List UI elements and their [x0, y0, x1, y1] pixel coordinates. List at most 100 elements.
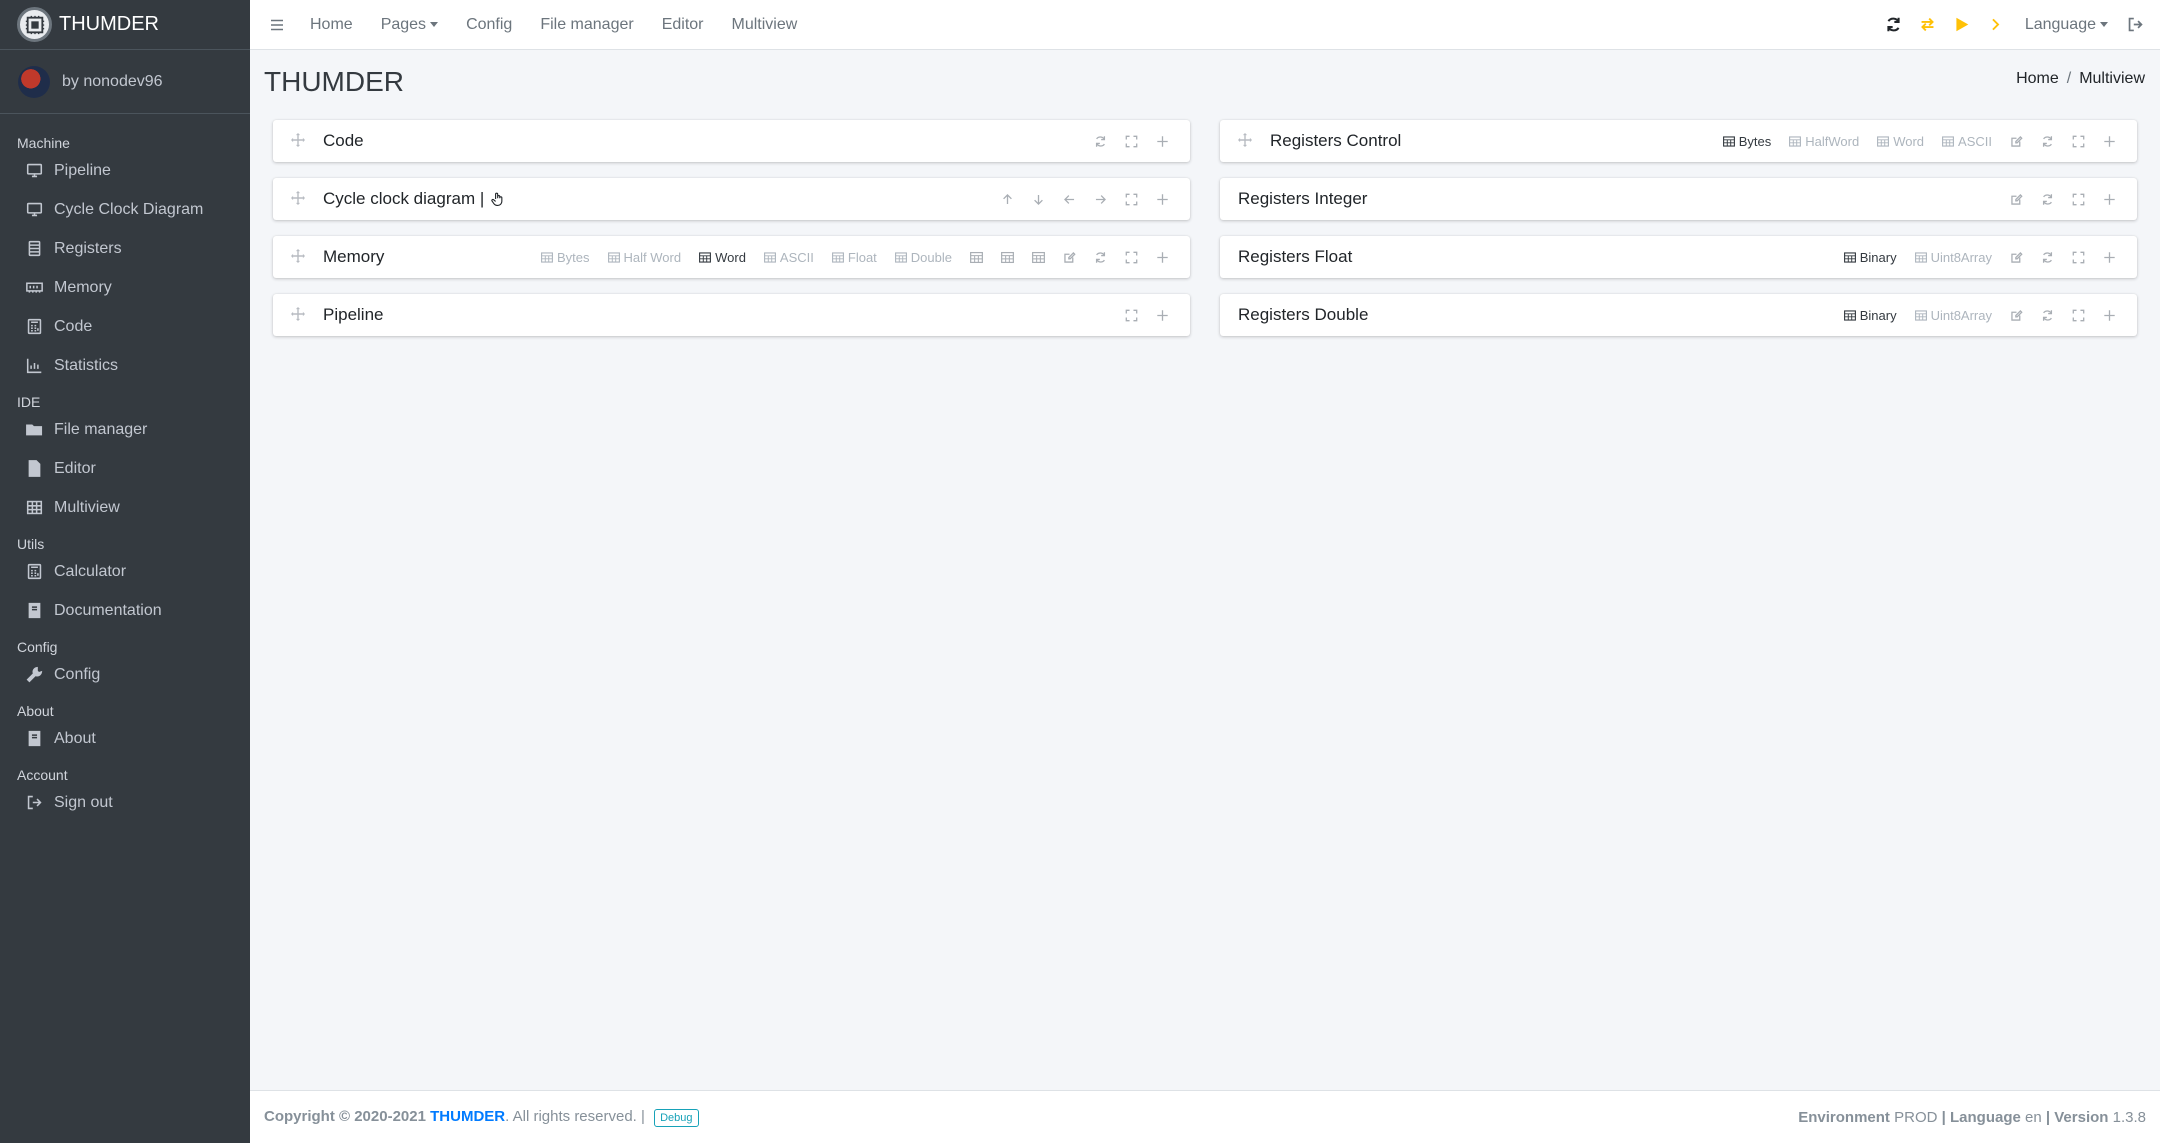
view-ascii-button[interactable]: ASCII — [755, 244, 823, 270]
view-uint8array-button[interactable]: Uint8Array — [1906, 244, 2001, 270]
sidebar-item-sign-out[interactable]: Sign out — [0, 783, 250, 822]
drag-handle-icon[interactable] — [291, 133, 307, 149]
sidebar-item-editor[interactable]: Editor — [0, 449, 250, 488]
brand-link[interactable]: THUMDER — [0, 0, 250, 50]
expand-icon[interactable] — [1116, 302, 1147, 328]
plus-icon[interactable] — [1147, 244, 1178, 270]
expand-icon[interactable] — [2063, 302, 2094, 328]
edit-icon[interactable] — [1054, 244, 1085, 270]
user-panel[interactable]: by nonodev96 — [0, 50, 250, 114]
card-code: Code — [273, 120, 1190, 162]
language-dropdown[interactable]: Language — [2013, 16, 2118, 34]
right-column: Registers Control Bytes HalfWord Word AS… — [1220, 120, 2137, 352]
edit-icon[interactable] — [2001, 244, 2032, 270]
menu-toggle-icon[interactable] — [258, 18, 296, 32]
expand-icon[interactable] — [1116, 128, 1147, 154]
view-half-word-button[interactable]: Half Word — [599, 244, 691, 270]
plus-icon[interactable] — [2094, 128, 2125, 154]
nav-link-multiview[interactable]: Multiview — [717, 16, 811, 34]
sidebar-item-registers[interactable]: Registers — [0, 229, 250, 268]
arrow-right-icon[interactable] — [1085, 186, 1116, 212]
drag-handle-icon[interactable] — [291, 191, 307, 207]
sidebar-item-file-manager[interactable]: File manager — [0, 410, 250, 449]
view-double-button[interactable]: Double — [886, 244, 961, 270]
exchange-icon[interactable] — [1911, 8, 1945, 42]
nav-link-editor[interactable]: Editor — [648, 16, 718, 34]
plus-icon[interactable] — [1147, 128, 1178, 154]
drag-handle-icon[interactable] — [1238, 133, 1254, 149]
arrow-down-icon[interactable] — [1023, 186, 1054, 212]
chart-icon — [25, 357, 43, 375]
arrow-left-icon[interactable] — [1054, 186, 1085, 212]
view-word-button[interactable]: Word — [690, 244, 755, 270]
refresh-icon[interactable] — [2032, 128, 2063, 154]
sidebar-item-memory[interactable]: Memory — [0, 268, 250, 307]
view-float-button[interactable]: Float — [823, 244, 886, 270]
nav-link-home[interactable]: Home — [296, 16, 367, 34]
edit-icon[interactable] — [2001, 128, 2032, 154]
card-registers-float: Registers Float Binary Uint8Array — [1220, 236, 2137, 278]
sidebar-item-config[interactable]: Config — [0, 655, 250, 694]
sidebar-item-documentation[interactable]: Documentation — [0, 591, 250, 630]
sidebar-item-cycle-clock-diagram[interactable]: Cycle Clock Diagram — [0, 190, 250, 229]
expand-icon[interactable] — [2063, 186, 2094, 212]
drag-handle-icon[interactable] — [291, 249, 307, 265]
plus-icon[interactable] — [2094, 186, 2125, 212]
view-binary-button[interactable]: Binary — [1835, 302, 1906, 328]
view-halfword-button[interactable]: HalfWord — [1780, 128, 1868, 154]
wrench-icon — [25, 666, 43, 684]
sidebar-item-about[interactable]: About — [0, 719, 250, 758]
view-binary-button[interactable]: Binary — [1835, 244, 1906, 270]
plus-icon[interactable] — [1147, 302, 1178, 328]
expand-icon[interactable] — [2063, 244, 2094, 270]
refresh-icon[interactable] — [2032, 302, 2063, 328]
lang-value: en — [2025, 1108, 2042, 1126]
sync-icon[interactable] — [1877, 8, 1911, 42]
footer: Copyright © 2020-2021 THUMDER. All right… — [250, 1090, 2160, 1143]
nav-header-account: Account — [17, 767, 68, 783]
view-ascii-button[interactable]: ASCII — [1933, 128, 2001, 154]
sidebar-item-label: Statistics — [54, 356, 119, 374]
card-title-wrap: Cycle clock diagram | — [323, 189, 506, 209]
plus-icon[interactable] — [2094, 302, 2125, 328]
plus-icon[interactable] — [2094, 244, 2125, 270]
card-tools — [992, 186, 1178, 212]
breadcrumb-home[interactable]: Home — [2016, 70, 2059, 88]
card-tools: Binary Uint8Array — [1835, 302, 2125, 328]
arrow-up-icon[interactable] — [992, 186, 1023, 212]
footer-brand-link[interactable]: THUMDER — [430, 1108, 505, 1125]
sidebar-item-code[interactable]: Code — [0, 307, 250, 346]
refresh-icon[interactable] — [1085, 244, 1116, 270]
expand-icon[interactable] — [2063, 128, 2094, 154]
table-icon[interactable] — [992, 244, 1023, 270]
expand-icon[interactable] — [1116, 244, 1147, 270]
top-navbar: Home Pages Config File manager Editor Mu… — [250, 0, 2160, 50]
hand-pointer-icon[interactable] — [490, 191, 506, 207]
edit-icon[interactable] — [2001, 302, 2032, 328]
refresh-icon[interactable] — [1085, 128, 1116, 154]
sidebar-item-pipeline[interactable]: Pipeline — [0, 151, 250, 190]
sign-out-icon[interactable] — [2118, 8, 2152, 42]
plus-icon[interactable] — [1147, 186, 1178, 212]
step-forward-icon[interactable] — [1979, 8, 2013, 42]
sidebar-item-calculator[interactable]: Calculator — [0, 552, 250, 591]
refresh-icon[interactable] — [2032, 186, 2063, 212]
expand-icon[interactable] — [1116, 186, 1147, 212]
edit-icon[interactable] — [2001, 186, 2032, 212]
view-word-button[interactable]: Word — [1868, 128, 1933, 154]
table-icon[interactable] — [961, 244, 992, 270]
sidebar-item-statistics[interactable]: Statistics — [0, 346, 250, 385]
nav-link-config[interactable]: Config — [452, 16, 526, 34]
table-icon[interactable] — [1023, 244, 1054, 270]
play-icon[interactable] — [1945, 8, 1979, 42]
sidebar-item-multiview[interactable]: Multiview — [0, 488, 250, 527]
drag-handle-icon[interactable] — [291, 307, 307, 323]
view-bytes-button[interactable]: Bytes — [532, 244, 599, 270]
debug-badge[interactable]: Debug — [654, 1108, 699, 1127]
table-icon — [1942, 136, 1954, 147]
view-uint8array-button[interactable]: Uint8Array — [1906, 302, 2001, 328]
nav-link-file-manager[interactable]: File manager — [526, 16, 647, 34]
nav-dropdown-pages[interactable]: Pages — [367, 16, 452, 34]
view-bytes-button[interactable]: Bytes — [1714, 128, 1781, 154]
refresh-icon[interactable] — [2032, 244, 2063, 270]
